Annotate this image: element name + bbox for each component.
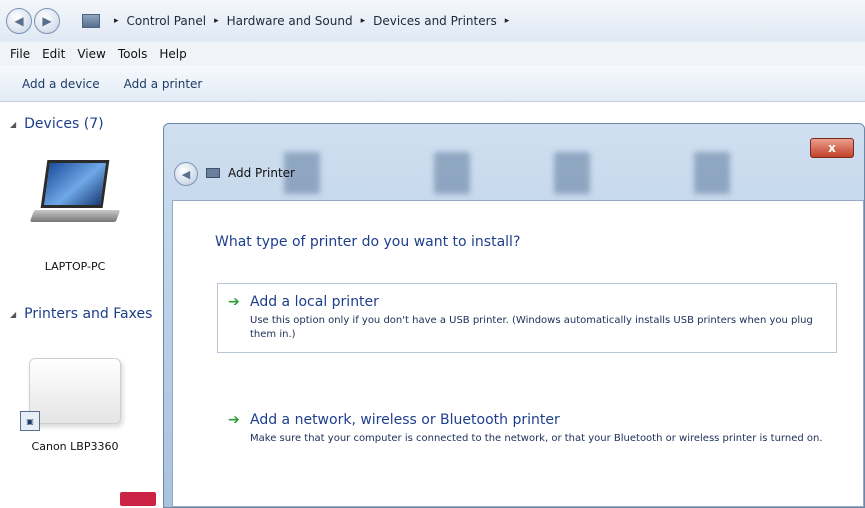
back-arrow-icon: ◀ (14, 14, 24, 28)
menu-edit[interactable]: Edit (42, 47, 65, 61)
printers-group-header[interactable]: ◢ Printers and Faxes (10, 306, 152, 322)
option-description: Use this option only if you don't have a… (250, 315, 813, 340)
control-panel-icon (82, 14, 100, 28)
devices-group-label: Devices (7) (24, 116, 104, 132)
decorative-red-mark (120, 492, 156, 506)
background-blur-tile (694, 152, 730, 194)
breadcrumb: ▸ Control Panel ▸ Hardware and Sound ▸ D… (82, 14, 517, 28)
breadcrumb-control-panel[interactable]: Control Panel (127, 14, 207, 28)
close-icon: x (828, 141, 836, 155)
dialog-question: What type of printer do you want to inst… (215, 234, 521, 250)
printer-small-icon (206, 168, 220, 178)
collapse-triangle-icon: ◢ (10, 309, 17, 319)
background-blur-tile (554, 152, 590, 194)
forward-button[interactable]: ▶ (34, 8, 60, 34)
dialog-title-text: Add Printer (228, 166, 295, 180)
forward-arrow-icon: ▶ (42, 14, 52, 28)
close-button[interactable]: x (810, 138, 854, 158)
laptop-icon (10, 160, 140, 222)
default-printer-badge-icon: ▣ (20, 411, 40, 431)
breadcrumb-devices-and-printers[interactable]: Devices and Printers (373, 14, 497, 28)
printer-icon: ▣ (20, 358, 121, 431)
device-label: Canon LBP3360 (31, 440, 119, 453)
collapse-triangle-icon: ◢ (10, 119, 17, 129)
back-button[interactable]: ◀ (6, 8, 32, 34)
breadcrumb-separator-icon: ▸ (214, 16, 219, 26)
breadcrumb-separator-icon[interactable]: ▸ (505, 16, 510, 26)
address-bar: ◀ ▶ ▸ Control Panel ▸ Hardware and Sound… (0, 0, 865, 42)
green-arrow-icon: ➔ (228, 294, 240, 310)
add-printer-dialog: x ◀ Add Printer What type of printer do … (163, 123, 865, 508)
back-arrow-icon: ◀ (181, 167, 191, 181)
dialog-title: Add Printer (206, 166, 295, 180)
menu-tools[interactable]: Tools (118, 47, 148, 61)
option-title: Add a local printer (250, 294, 379, 310)
option-add-network-printer[interactable]: ➔ Add a network, wireless or Bluetooth p… (217, 401, 837, 457)
dialog-titlebar: x ◀ Add Printer (164, 124, 864, 196)
printers-group-label: Printers and Faxes (24, 306, 153, 322)
devices-group-header[interactable]: ◢ Devices (7) (10, 116, 104, 132)
add-device-button[interactable]: Add a device (22, 77, 100, 91)
device-laptop[interactable]: LAPTOP-PC (10, 160, 140, 273)
menu-bar: File Edit View Tools Help (0, 42, 865, 66)
device-printer[interactable]: ▣ Canon LBP3360 (10, 358, 140, 453)
option-description: Make sure that your computer is connecte… (250, 433, 823, 444)
option-add-local-printer[interactable]: ➔ Add a local printer Use this option on… (217, 283, 837, 353)
background-blur-tile (434, 152, 470, 194)
menu-file[interactable]: File (10, 47, 30, 61)
dialog-back-button[interactable]: ◀ (174, 162, 198, 186)
menu-help[interactable]: Help (159, 47, 186, 61)
command-bar: Add a device Add a printer (0, 66, 865, 102)
dialog-content: What type of printer do you want to inst… (172, 200, 864, 507)
breadcrumb-separator-icon: ▸ (360, 16, 366, 26)
bottom-partial-strip (0, 490, 163, 508)
device-label: LAPTOP-PC (44, 260, 106, 273)
menu-view[interactable]: View (77, 47, 105, 61)
option-title: Add a network, wireless or Bluetooth pri… (250, 412, 560, 428)
breadcrumb-separator-icon: ▸ (114, 16, 119, 26)
green-arrow-icon: ➔ (228, 412, 240, 428)
breadcrumb-hardware-and-sound[interactable]: Hardware and Sound (227, 14, 353, 28)
add-printer-button[interactable]: Add a printer (124, 77, 203, 91)
